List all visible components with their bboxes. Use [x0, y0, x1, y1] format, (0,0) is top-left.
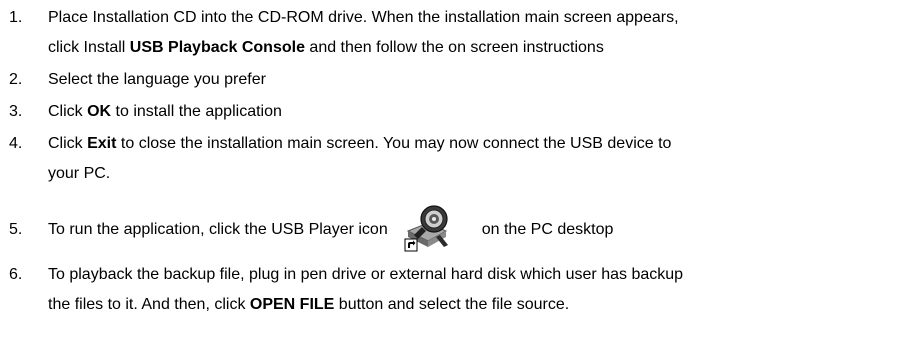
step-text-line: To playback the backup file, plug in pen…	[48, 266, 684, 283]
step-text: Click	[48, 135, 88, 152]
step-number: 5.	[9, 221, 23, 238]
step-text-line: click Install USB Playback Console and t…	[48, 33, 898, 63]
step-text-line: Click OK to install the application	[48, 97, 898, 127]
step-number: 6.	[9, 266, 23, 283]
step-text: Click	[48, 103, 88, 120]
step-4: 4. Click Exit to close the installation …	[0, 129, 906, 189]
step-number: 2.	[9, 71, 23, 88]
step-text: To run the application, click the USB Pl…	[48, 221, 388, 238]
open-file-label-bold: OPEN FILE	[249, 296, 335, 313]
step-text: on the PC desktop	[481, 221, 614, 238]
step-text-line: Place Installation CD into the CD-ROM dr…	[48, 3, 898, 33]
product-name-bold: USB Playback Console	[129, 39, 305, 56]
step-text: and then follow the on screen instructio…	[304, 39, 604, 56]
step-text-line: Click Exit to close the installation mai…	[48, 129, 898, 159]
step-number: 1.	[9, 9, 23, 26]
step-6: 6. To playback the backup file, plug in …	[0, 260, 906, 320]
manual-page: { "steps": [ { "num": "1.", "line1": "Pl…	[0, 0, 906, 362]
step-3: 3. Click OK to install the application	[0, 97, 906, 127]
step-2: 2. Select the language you prefer	[0, 65, 906, 95]
step-text: Place Installation CD into the CD-ROM dr…	[48, 9, 679, 26]
step-1: 1. Place Installation CD into the CD-ROM…	[0, 3, 906, 63]
usb-player-icon	[404, 205, 448, 252]
exit-label-bold: Exit	[87, 135, 117, 152]
step-text: to close the installation main screen. Y…	[116, 135, 672, 152]
step-text-line: To run the application, click the USB Pl…	[48, 201, 898, 259]
installation-steps-list: 1. Place Installation CD into the CD-ROM…	[0, 0, 906, 320]
step-text-line: your PC.	[48, 165, 111, 182]
step-5: 5. To run the application, click the USB…	[0, 201, 906, 259]
step-number: 4.	[9, 135, 23, 152]
usb-player-shortcut-icon	[402, 201, 454, 253]
step-text: to install the application	[111, 103, 282, 120]
step-text: Select the language you prefer	[48, 71, 266, 88]
step-text: the files to it. And then, click	[48, 296, 250, 313]
step-text: button and select the file source.	[334, 296, 570, 313]
step-text-line: the files to it. And then, click OPEN FI…	[48, 290, 898, 320]
step-text: click Install	[48, 39, 130, 56]
step-number: 3.	[9, 103, 23, 120]
ok-label-bold: OK	[87, 103, 112, 120]
